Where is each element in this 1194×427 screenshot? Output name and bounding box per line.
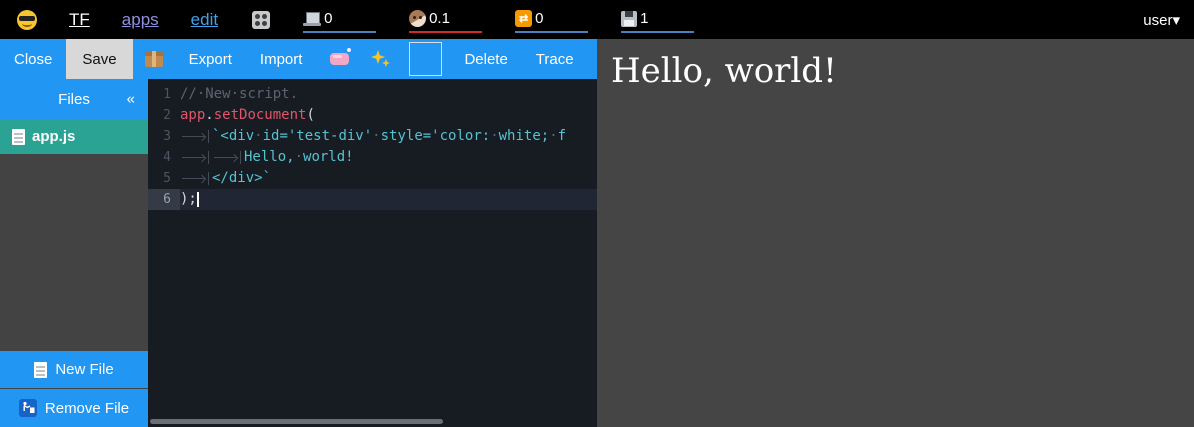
editor-toolbar: Close Save Export Import Delete Trace xyxy=(0,39,597,79)
remove-file-button[interactable]: Remove File xyxy=(0,389,148,427)
code-token: ); xyxy=(180,191,197,207)
code-token: · xyxy=(295,149,303,165)
code-token: style='color: xyxy=(381,128,491,144)
code-token: · xyxy=(372,128,380,144)
line-number: 2 xyxy=(148,105,180,126)
code-text: //·New·script. xyxy=(180,84,597,105)
control-knobs-icon[interactable] xyxy=(252,11,270,29)
text-cursor xyxy=(197,192,199,207)
code-line[interactable]: 5 </div>` xyxy=(148,168,597,189)
empty-toolbar-button[interactable] xyxy=(409,42,442,76)
tab-arrow-icon xyxy=(180,130,209,143)
file-item-appjs[interactable]: app.js xyxy=(0,119,148,154)
apps-link[interactable]: apps xyxy=(122,10,159,30)
code-token: · xyxy=(231,86,239,102)
tab-arrow-icon xyxy=(180,151,209,164)
floppy-disk-icon xyxy=(621,11,637,27)
code-token: white; xyxy=(499,128,550,144)
line-number: 4 xyxy=(148,147,180,168)
litter-bin-icon xyxy=(19,399,37,417)
files-header-label: Files xyxy=(58,91,90,108)
top-bar: TF apps edit 0 0.1 ⇄ 0 1 user▾ xyxy=(0,0,1194,39)
new-file-button[interactable]: New File xyxy=(0,351,148,388)
code-text: app.setDocument( xyxy=(180,105,597,126)
line-number: 3 xyxy=(148,126,180,147)
save-button[interactable]: Save xyxy=(66,39,132,79)
tf-link[interactable]: TF xyxy=(69,10,90,30)
remove-file-label: Remove File xyxy=(45,400,129,417)
sunglasses-face-icon[interactable] xyxy=(17,10,37,30)
document-icon xyxy=(12,129,25,145)
save-stat-field[interactable]: 1 xyxy=(621,7,694,33)
code-text: Hello,·world! xyxy=(180,147,597,168)
code-token: app xyxy=(180,107,205,123)
code-token: . xyxy=(205,107,213,123)
code-editor[interactable]: 1//·New·script.2app.setDocument(3`<div·i… xyxy=(148,79,597,427)
hello-world-text: Hello, world! xyxy=(597,39,1194,103)
code-token: id='test-div' xyxy=(263,128,373,144)
line-number: 5 xyxy=(148,168,180,189)
code-line[interactable]: 1//·New·script. xyxy=(148,84,597,105)
code-token: f xyxy=(558,128,566,144)
line-number: 6 xyxy=(148,189,180,210)
code-token: setDocument xyxy=(214,107,307,123)
cpu-stat-value: 0 xyxy=(324,10,332,27)
cpu-stat-field[interactable]: 0 xyxy=(303,7,376,33)
code-text: </div>` xyxy=(180,168,597,189)
app-window: TF apps edit 0 0.1 ⇄ 0 1 user▾ Close Sav… xyxy=(0,0,1194,427)
laptop-icon xyxy=(303,12,321,26)
delete-button[interactable]: Delete xyxy=(450,51,521,68)
code-token: · xyxy=(254,128,262,144)
code-token: </div>` xyxy=(212,170,271,186)
code-line[interactable]: 6); xyxy=(148,189,597,210)
user-menu[interactable]: user▾ xyxy=(1143,11,1180,29)
save-stat-value: 1 xyxy=(640,10,648,27)
sidebar-spacer xyxy=(0,154,148,351)
trace-button[interactable]: Trace xyxy=(522,51,588,68)
horizontal-scrollbar[interactable] xyxy=(150,419,443,424)
code-token: // xyxy=(180,86,197,102)
code-text: ); xyxy=(180,189,597,210)
edit-link[interactable]: edit xyxy=(191,10,218,30)
tab-arrow-icon xyxy=(180,172,209,185)
file-item-label: app.js xyxy=(32,128,75,145)
code-line[interactable]: 4Hello,·world! xyxy=(148,147,597,168)
line-number: 1 xyxy=(148,84,180,105)
code-token: New xyxy=(205,86,230,102)
document-preview-pane: Hello, world! xyxy=(597,39,1194,427)
code-line[interactable]: 3`<div·id='test-div'·style='color:·white… xyxy=(148,126,597,147)
new-file-label: New File xyxy=(55,361,113,378)
code-text: `<div·id='test-div'·style='color:·white;… xyxy=(180,126,597,147)
code-token: Hello, xyxy=(244,149,295,165)
code-token: world! xyxy=(303,149,354,165)
tab-arrow-icon xyxy=(212,151,241,164)
sync-stat-value: 0 xyxy=(535,10,543,27)
code-lines: 1//·New·script.2app.setDocument(3`<div·i… xyxy=(148,79,597,210)
hamster-stat-field[interactable]: 0.1 xyxy=(409,7,482,33)
import-button[interactable]: Import xyxy=(246,51,317,68)
hamster-stat-value: 0.1 xyxy=(429,10,450,27)
hamster-icon xyxy=(409,10,426,27)
sync-stat-field[interactable]: ⇄ 0 xyxy=(515,7,588,33)
code-token: script. xyxy=(239,86,298,102)
sparkles-icon[interactable] xyxy=(371,49,391,69)
sync-icon: ⇄ xyxy=(515,10,532,27)
soap-icon[interactable] xyxy=(330,53,349,65)
code-line[interactable]: 2app.setDocument( xyxy=(148,105,597,126)
files-header: Files « xyxy=(0,79,148,119)
code-token: `<div xyxy=(212,128,254,144)
export-button[interactable]: Export xyxy=(175,51,246,68)
collapse-sidebar-button[interactable]: « xyxy=(127,91,135,108)
close-button[interactable]: Close xyxy=(0,51,66,68)
new-file-icon xyxy=(34,362,47,378)
code-token: · xyxy=(490,128,498,144)
package-icon[interactable] xyxy=(145,51,163,67)
code-token: · xyxy=(549,128,557,144)
code-token: ( xyxy=(306,107,314,123)
files-sidebar: Files « app.js New File Remove File xyxy=(0,79,148,427)
